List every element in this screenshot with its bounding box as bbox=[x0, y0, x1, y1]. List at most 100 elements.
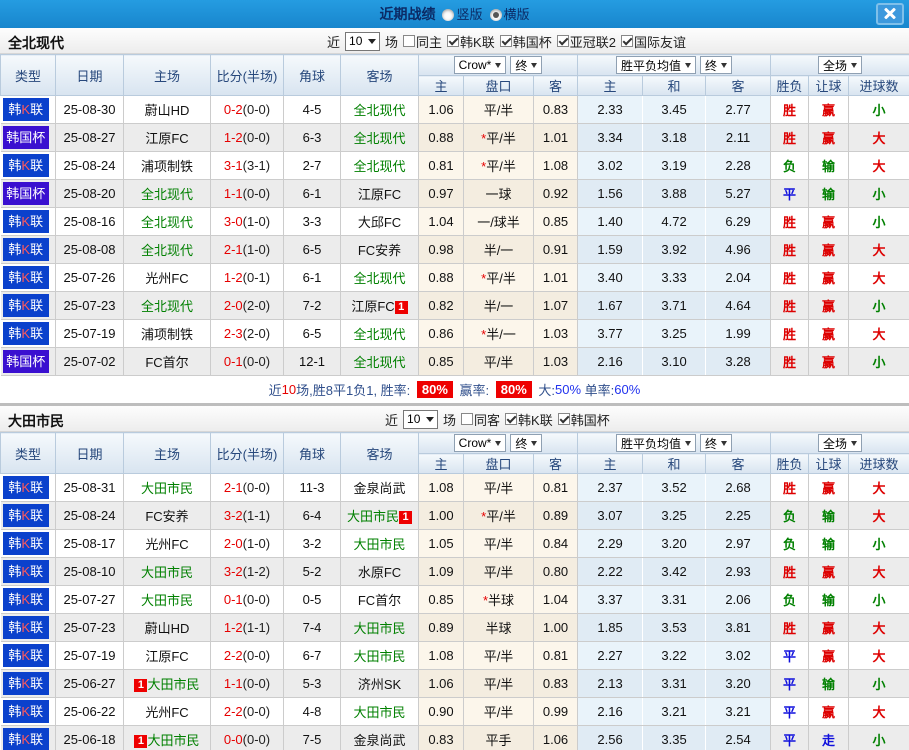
date-cell: 25-07-23 bbox=[55, 613, 124, 642]
avg-away-odds: 3.02 bbox=[705, 641, 772, 670]
odds-company-select[interactable]: Crow* bbox=[453, 434, 507, 452]
odds-company-select[interactable]: Crow* bbox=[453, 56, 507, 74]
home-team-name: 浦项制铁 bbox=[140, 327, 193, 342]
filter-checkbox-亚冠联2[interactable]: 亚冠联2 bbox=[556, 32, 616, 51]
league-cell: 韩K联 bbox=[0, 473, 56, 502]
checkbox-icon[interactable] bbox=[447, 35, 460, 47]
result-cell-value: 平 bbox=[783, 649, 797, 664]
checkbox-label: 韩K联 bbox=[518, 412, 553, 428]
away-team-name: 全北现代 bbox=[353, 103, 406, 118]
handicap-home-odds: 1.04 bbox=[418, 207, 464, 236]
date-cell: 25-08-30 bbox=[55, 95, 124, 124]
checkbox-label: 亚冠联2 bbox=[569, 34, 616, 50]
avg-time-select[interactable]: 终 bbox=[700, 434, 733, 452]
header-row-top: 类型 日期 主场 比分(半场) 角球 客场 Crow* 终 胜平负均值 终 全场 bbox=[0, 432, 909, 474]
filter-checkbox-国际友谊[interactable]: 国际友谊 bbox=[620, 32, 686, 51]
avg-odds-select[interactable]: 胜平负均值 bbox=[616, 434, 697, 452]
filter-checkbox-韩K联[interactable]: 韩K联 bbox=[505, 410, 553, 429]
checkbox-icon[interactable] bbox=[620, 35, 633, 47]
filter-checkbox-韩国杯[interactable]: 韩国杯 bbox=[499, 32, 552, 51]
league-k-letter: K bbox=[21, 676, 31, 691]
score-cell: 1-2(1-1) bbox=[210, 613, 284, 642]
league-k-letter: K bbox=[21, 270, 31, 285]
goals-result-cell: 小 bbox=[848, 207, 909, 236]
league-badge: 韩K联 bbox=[2, 616, 49, 639]
result-cell: 胜 bbox=[770, 123, 810, 152]
date-cell: 25-07-19 bbox=[55, 319, 124, 348]
corner-cell: 6-4 bbox=[283, 501, 341, 530]
halftime-score: (0-0) bbox=[242, 480, 271, 495]
column-header-主场: 主场 bbox=[123, 432, 211, 474]
filter-checkbox-韩K联[interactable]: 韩K联 bbox=[447, 32, 495, 51]
result-cell: 胜 bbox=[770, 473, 810, 502]
handicap-result-cell: 输 bbox=[808, 669, 850, 698]
handicap-result-cell-value: 赢 bbox=[822, 621, 836, 636]
match-count-value: 10 bbox=[407, 412, 421, 426]
avg-odds-select[interactable]: 胜平负均值 bbox=[616, 56, 697, 74]
handicap-result-cell-value: 输 bbox=[822, 159, 836, 174]
league-cell: 韩K联 bbox=[0, 207, 56, 236]
avg-home-odds: 2.22 bbox=[577, 557, 644, 586]
filter-checkbox-韩国杯[interactable]: 韩国杯 bbox=[557, 410, 610, 429]
column-header-客场: 客场 bbox=[340, 432, 419, 474]
scope-select[interactable]: 全场 bbox=[818, 434, 863, 452]
checkbox-icon[interactable] bbox=[403, 35, 416, 47]
handicap-result-cell: 输 bbox=[808, 179, 850, 208]
dropdown-arrow-icon bbox=[495, 441, 502, 449]
away-team-cell: 江原FC 1 bbox=[340, 291, 419, 320]
handicap-line-cell: 平/半 bbox=[463, 557, 534, 586]
corner-cell: 7-2 bbox=[283, 291, 341, 320]
handicap-line: 平/半 bbox=[483, 677, 514, 692]
column-header-日期: 日期 bbox=[55, 54, 124, 96]
handicap-line-cell: *平/半 bbox=[463, 501, 534, 530]
checkbox-icon[interactable] bbox=[461, 413, 474, 425]
score-cell: 2-1(0-0) bbox=[210, 473, 284, 502]
match-count-select[interactable]: 10 bbox=[403, 409, 439, 429]
home-team-name: 浦项制铁 bbox=[140, 159, 193, 174]
away-team-name: 全北现代 bbox=[353, 355, 406, 370]
league-cell: 韩国杯 bbox=[0, 347, 56, 376]
checkbox-icon[interactable] bbox=[505, 413, 518, 425]
radio-横版[interactable] bbox=[489, 9, 502, 21]
league-badge: 韩K联 bbox=[2, 700, 49, 723]
avg-away-odds: 6.29 bbox=[705, 207, 772, 236]
odds-time-select[interactable]: 终 bbox=[510, 56, 543, 74]
handicap-result-cell-value: 赢 bbox=[822, 481, 836, 496]
halftime-score: (3-1) bbox=[242, 158, 271, 173]
summary-segment: 大: bbox=[534, 383, 556, 398]
close-button[interactable] bbox=[876, 3, 904, 25]
date-cell: 25-08-16 bbox=[55, 207, 124, 236]
league-k-letter: K bbox=[21, 214, 31, 229]
league-cell: 韩K联 bbox=[0, 641, 56, 670]
goals-result-cell: 大 bbox=[848, 235, 909, 264]
handicap-line: 平/半 bbox=[483, 537, 514, 552]
checkbox-icon[interactable] bbox=[499, 35, 512, 47]
results-table: 类型 日期 主场 比分(半场) 角球 客场 Crow* 终胜平负均值终全场主盘口客主和客胜负让… bbox=[0, 432, 909, 750]
radio-竖版[interactable] bbox=[442, 9, 455, 21]
filter-checkbox-同客[interactable]: 同客 bbox=[461, 410, 500, 429]
goals-result-cell: 大 bbox=[848, 557, 909, 586]
match-count-select[interactable]: 10 bbox=[345, 31, 381, 51]
home-team-cell: 全北现代 bbox=[123, 179, 211, 208]
halftime-score: (0-0) bbox=[242, 186, 271, 201]
away-team-name: 全北现代 bbox=[353, 327, 406, 342]
home-team-name: 光州FC bbox=[145, 271, 189, 286]
scope-select[interactable]: 全场 bbox=[818, 56, 863, 74]
odds-time-select[interactable]: 终 bbox=[510, 434, 543, 452]
dropdown-arrow-icon bbox=[685, 63, 692, 71]
avg-time-select[interactable]: 终 bbox=[700, 56, 733, 74]
filter-checkbox-同主[interactable]: 同主 bbox=[403, 32, 442, 51]
filter-near-label: 近 bbox=[385, 412, 399, 428]
handicap-away-odds: 1.07 bbox=[533, 291, 579, 320]
table-row: 韩K联 25-07-19 江原FC 2-2(0-0) 6-7 大田市民 1.08 平/半 0.8… bbox=[0, 641, 909, 670]
checkbox-icon[interactable] bbox=[556, 35, 569, 47]
fulltime-score: 2-0 bbox=[223, 536, 243, 551]
date-cell: 25-07-19 bbox=[55, 641, 124, 670]
summary-segment: 近 bbox=[268, 383, 282, 398]
filter-bar: 近 10 场 同主 韩K联 韩国杯 亚冠联2 国际友谊 bbox=[327, 31, 686, 51]
halftime-score: (1-0) bbox=[242, 214, 271, 229]
fulltime-score: 1-2 bbox=[223, 270, 243, 285]
checkbox-icon[interactable] bbox=[557, 413, 570, 425]
table-row: 韩国杯 25-07-02 FC首尔 0-1(0-0) 12-1 全北现代 0.85 平/半 1.… bbox=[0, 347, 909, 376]
odds-company-select-label: Crow* bbox=[458, 58, 492, 72]
